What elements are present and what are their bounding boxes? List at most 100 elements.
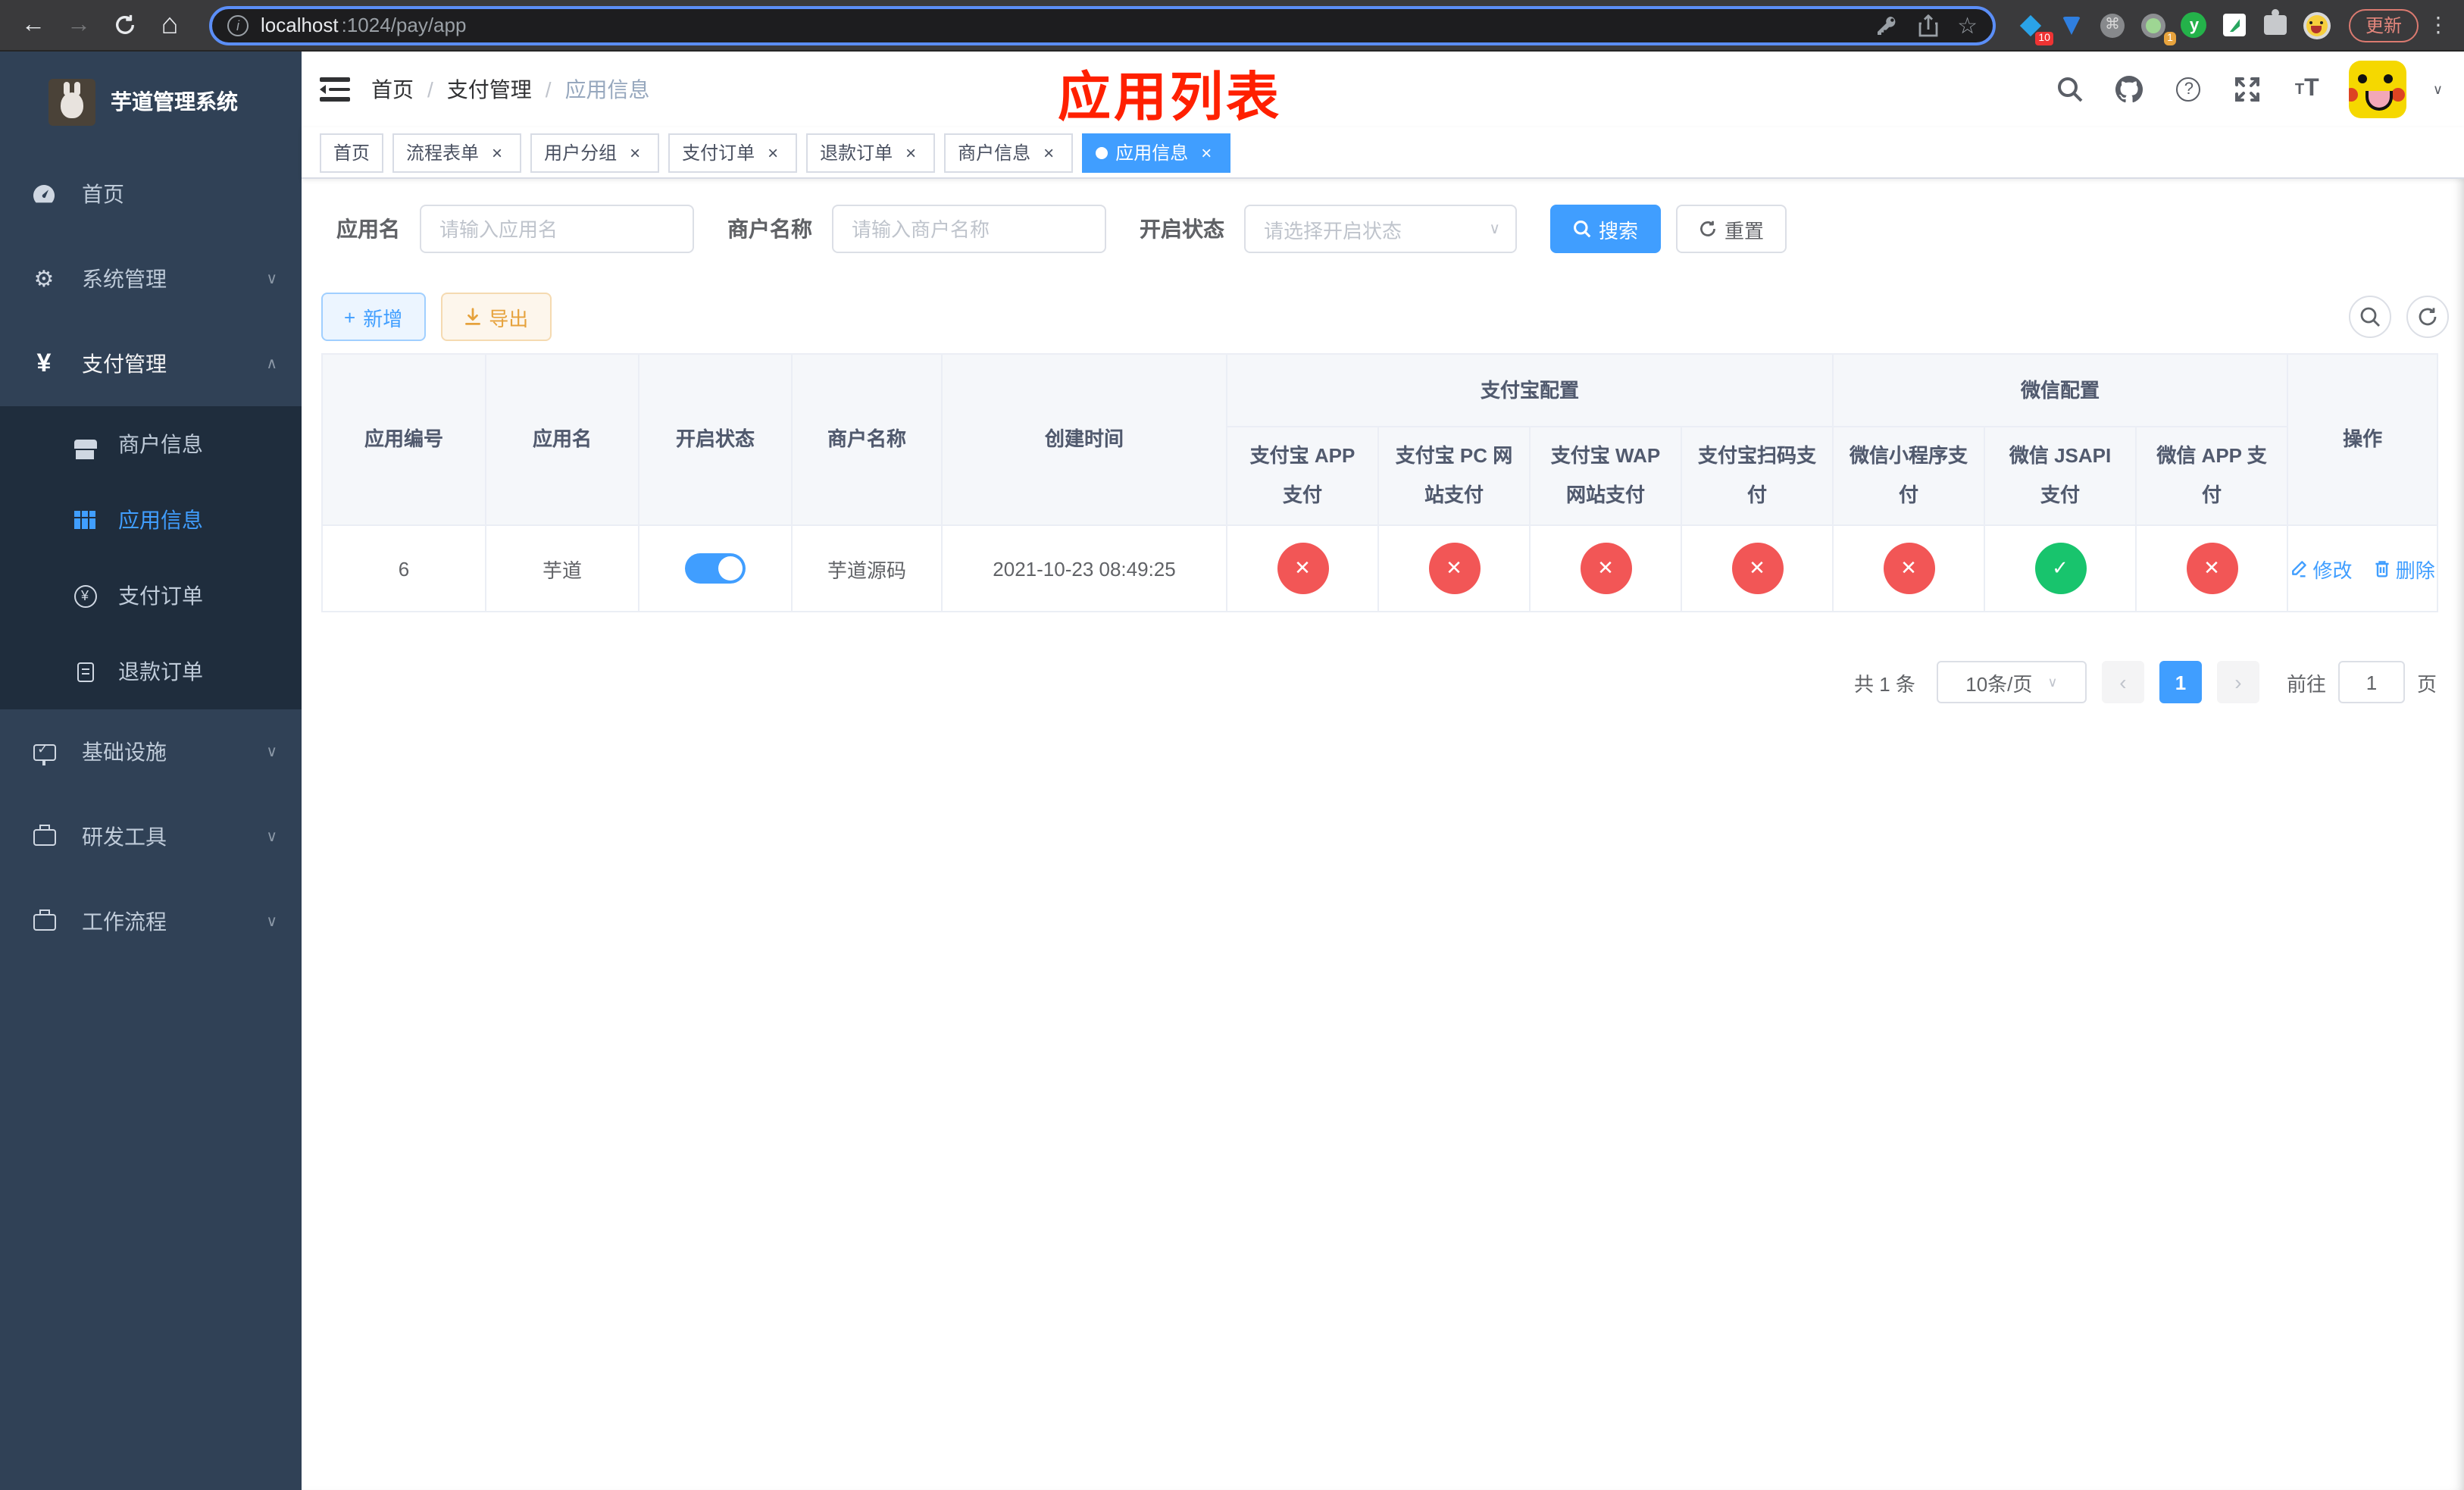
export-button[interactable]: 导出 xyxy=(440,293,552,341)
status-select[interactable]: 请选择开启状态 ∨ xyxy=(1244,205,1517,253)
sidebar-item-system[interactable]: ⚙ 系统管理 ∨ xyxy=(0,236,302,321)
col-header-alipay-pc: 支付宝 PC 网站支付 xyxy=(1377,426,1531,526)
breadcrumb-home[interactable]: 首页 xyxy=(371,74,414,105)
pika-cheeks xyxy=(2349,88,2359,102)
tag-label: 退款订单 xyxy=(820,142,893,164)
tag-pay-order[interactable]: 支付订单 × xyxy=(668,133,798,172)
breadcrumb-current: 应用信息 xyxy=(564,77,650,102)
chrome-update-button[interactable]: 更新 xyxy=(2348,8,2419,42)
group-header-alipay: 支付宝配置 xyxy=(1225,353,1834,427)
prev-page-button[interactable]: ‹ xyxy=(2101,661,2144,703)
tag-home[interactable]: 首页 xyxy=(320,133,384,172)
site-info-icon[interactable]: i xyxy=(227,14,249,36)
sidebar-item-label: 系统管理 xyxy=(82,267,167,291)
refresh-icon xyxy=(1700,221,1715,236)
reset-button[interactable]: 重置 xyxy=(1676,205,1787,253)
sidebar-item-app-info[interactable]: 应用信息 xyxy=(0,482,302,558)
sidebar-item-payment[interactable]: ¥ 支付管理 ∧ xyxy=(0,321,302,406)
status-toggle[interactable] xyxy=(685,553,746,584)
next-page-button[interactable]: › xyxy=(2216,661,2259,703)
close-icon[interactable]: × xyxy=(486,142,508,163)
briefcase-icon xyxy=(30,909,58,930)
screen: ← → ⌂ i localhost:1024/pay/app ☆ 10 ⌘ 1… xyxy=(0,0,2464,1490)
browser-forward-icon[interactable]: → xyxy=(61,7,97,43)
browser-reload-icon[interactable] xyxy=(106,7,142,43)
font-size-icon[interactable]: TT xyxy=(2290,73,2324,106)
profile-avatar[interactable] xyxy=(2303,11,2331,39)
edit-link[interactable]: 修改 xyxy=(2290,554,2352,583)
search-icon[interactable] xyxy=(2054,73,2087,106)
close-icon[interactable]: × xyxy=(624,142,646,163)
extension-notes-icon[interactable] xyxy=(2222,11,2249,39)
extension-y-icon[interactable]: y xyxy=(2181,11,2208,39)
breadcrumb-payment[interactable]: 支付管理 xyxy=(447,74,532,105)
close-icon[interactable]: × xyxy=(762,142,783,163)
browser-back-icon[interactable]: ← xyxy=(15,7,52,43)
goto-page-input[interactable] xyxy=(2337,661,2405,703)
coin-shape: ¥ xyxy=(73,584,96,607)
toggle-search-button[interactable] xyxy=(2349,296,2391,338)
close-icon[interactable]: × xyxy=(900,142,921,163)
app-table: 应用编号 应用名 开启状态 商户名称 创建时间 支付宝配置 微信配置 操作 支付… xyxy=(321,353,2439,612)
puzzle-shape xyxy=(2264,9,2287,35)
help-icon[interactable]: ? xyxy=(2172,73,2206,106)
merchant-name-input[interactable] xyxy=(832,205,1106,253)
close-icon[interactable]: × xyxy=(1038,142,1059,163)
add-button[interactable]: + 新增 xyxy=(321,293,426,341)
active-dot xyxy=(1096,146,1108,158)
sidebar-item-workflow[interactable]: 工作流程 ∨ xyxy=(0,879,302,964)
sidebar-item-refund-order[interactable]: 退款订单 xyxy=(0,634,302,709)
url-bar[interactable]: i localhost:1024/pay/app ☆ xyxy=(209,5,1996,45)
chrome-menu-icon[interactable]: ⋮ xyxy=(2428,12,2449,38)
tag-refund-order[interactable]: 退款订单 × xyxy=(806,133,936,172)
briefcase-icon xyxy=(30,824,58,845)
extension-gem-icon[interactable] xyxy=(2058,11,2085,39)
search-button[interactable]: 搜索 xyxy=(1550,205,1662,253)
page-number-1[interactable]: 1 xyxy=(2159,661,2202,703)
extension-badge: 1 xyxy=(2164,31,2176,45)
sidebar-item-label: 研发工具 xyxy=(82,825,167,849)
plus-icon: + xyxy=(344,305,356,328)
sidebar-item-devtools[interactable]: 研发工具 ∨ xyxy=(0,794,302,879)
delete-link[interactable]: 删除 xyxy=(2373,554,2435,583)
password-key-icon[interactable] xyxy=(1874,13,1898,37)
refresh-table-button[interactable] xyxy=(2406,296,2449,338)
tag-user-group[interactable]: 用户分组 × xyxy=(530,133,660,172)
tag-merchant-info[interactable]: 商户信息 × xyxy=(944,133,1074,172)
tag-label: 支付订单 xyxy=(682,142,755,164)
share-icon[interactable] xyxy=(1916,13,1939,37)
status-cross-icon: ✕ xyxy=(1731,543,1783,594)
close-icon[interactable]: × xyxy=(1196,142,1217,163)
fullscreen-icon[interactable] xyxy=(2231,73,2265,106)
briefcase-shape xyxy=(33,909,55,930)
tag-process-form[interactable]: 流程表单 × xyxy=(392,133,522,172)
top-navbar: 首页 / 支付管理 / 应用信息 ? T T ∨ xyxy=(302,52,2464,127)
bookmark-star-icon[interactable]: ☆ xyxy=(1957,11,1978,39)
browser-home-icon[interactable]: ⌂ xyxy=(152,7,188,43)
sidebar-item-label: 首页 xyxy=(82,182,124,206)
sidebar-collapse-icon[interactable] xyxy=(320,77,350,102)
recorder-shape xyxy=(2140,13,2165,37)
sidebar-item-merchant-info[interactable]: 商户信息 xyxy=(0,406,302,482)
col-header-alipay-qr: 支付宝扫码支付 xyxy=(1680,426,1834,526)
page-size-select[interactable]: 10条/页 ∨ xyxy=(1936,661,2087,703)
sidebar-item-infra[interactable]: 基础设施 ∨ xyxy=(0,709,302,794)
sidebar-logo[interactable]: 芋道管理系统 xyxy=(0,52,302,152)
user-avatar[interactable] xyxy=(2349,61,2407,118)
tag-app-info[interactable]: 应用信息 × xyxy=(1082,133,1231,172)
sidebar-item-home[interactable]: 首页 xyxy=(0,152,302,236)
tag-label: 流程表单 xyxy=(406,142,480,164)
extension-diamond-icon[interactable]: 10 xyxy=(2017,11,2053,45)
navbar-actions: ? TT ∨ xyxy=(2054,61,2443,118)
search-button-label: 搜索 xyxy=(1599,219,1639,242)
avatar-caret-icon[interactable]: ∨ xyxy=(2433,81,2443,98)
extension-recorder-icon[interactable]: 1 xyxy=(2140,11,2176,45)
document-shape xyxy=(77,662,93,681)
breadcrumb-separator: / xyxy=(545,77,552,102)
github-icon[interactable] xyxy=(2113,73,2147,106)
extension-command-icon[interactable]: ⌘ xyxy=(2099,11,2126,39)
sidebar-item-pay-order[interactable]: ¥ 支付订单 xyxy=(0,558,302,634)
extensions-puzzle-icon[interactable] xyxy=(2262,9,2290,39)
app-name-input[interactable] xyxy=(420,205,694,253)
app-window: 芋道管理系统 首页 ⚙ 系统管理 ∨ ¥ 支付管理 ∧ 商户信息 应用信息 ¥ … xyxy=(0,52,2464,1490)
